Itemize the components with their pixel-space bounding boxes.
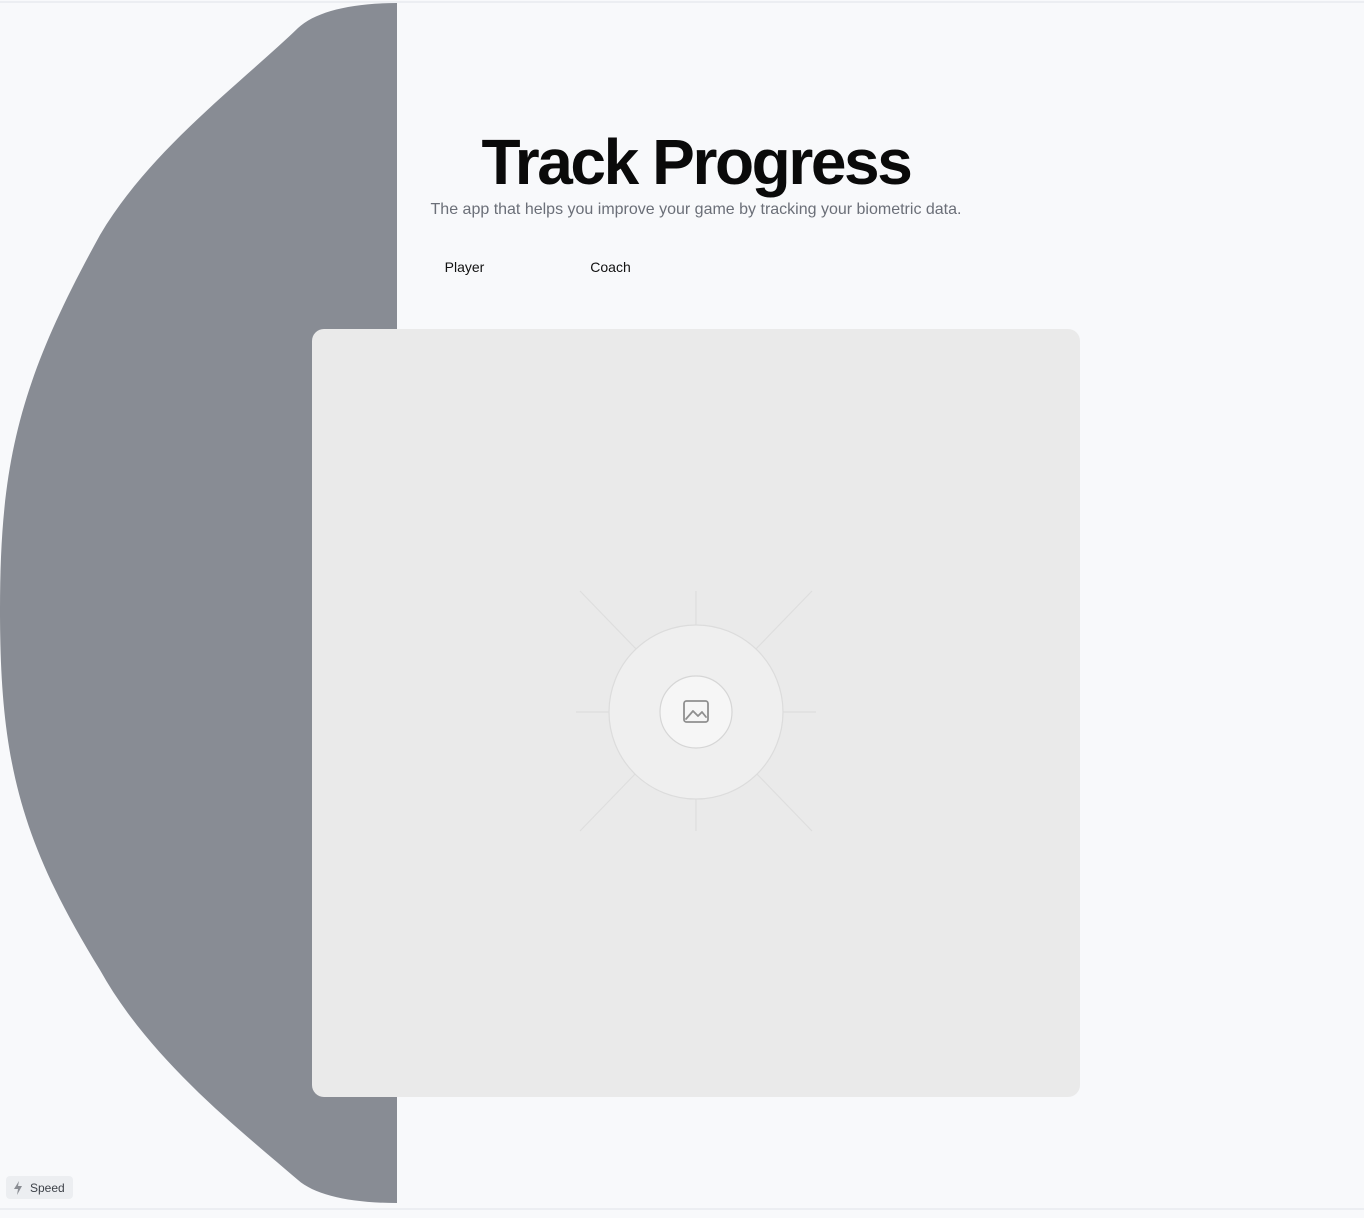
bottom-divider [0, 1208, 1364, 1210]
tab-coach[interactable]: Coach [558, 250, 663, 284]
media-placeholder [312, 329, 1080, 1097]
speed-badge-label: Speed [30, 1180, 65, 1195]
speed-badge[interactable]: Speed [6, 1176, 73, 1199]
hero-subtitle: The app that helps you improve your game… [430, 201, 962, 218]
placeholder-graphic [576, 590, 816, 832]
tab-player[interactable]: Player [412, 250, 517, 284]
lightning-icon [12, 1180, 24, 1196]
hero-title: Track Progress [481, 126, 913, 198]
audience-tabs: Player Coach [412, 250, 704, 284]
